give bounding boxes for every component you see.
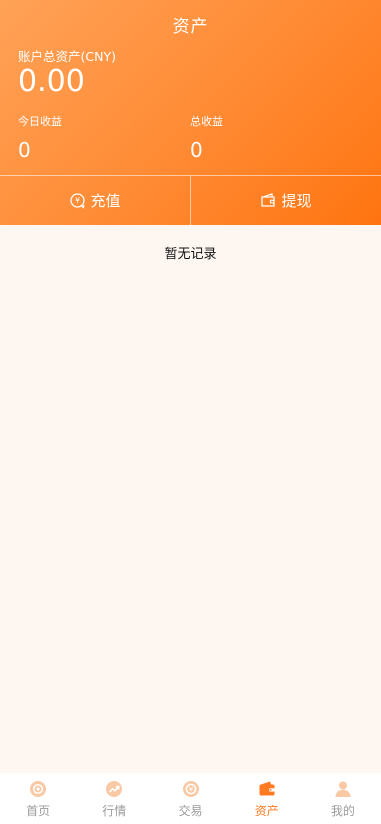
tab-home[interactable]: 首页 xyxy=(0,773,76,824)
tab-profile[interactable]: 我的 xyxy=(305,773,381,824)
user-icon xyxy=(333,779,353,799)
recharge-button[interactable]: ¥ 充值 xyxy=(0,176,190,225)
total-assets-label: 账户总资产(CNY) xyxy=(18,49,116,64)
recharge-label: 充值 xyxy=(90,192,121,210)
today-income-value: 0 xyxy=(18,138,31,162)
today-income-label: 今日收益 xyxy=(18,115,62,128)
total-assets-value: 0.00 xyxy=(18,64,85,99)
tab-assets[interactable]: 资产 xyxy=(229,773,305,824)
wallet-icon xyxy=(260,192,277,209)
trend-icon xyxy=(104,779,124,799)
total-income-value: 0 xyxy=(190,138,203,162)
trade-icon: ¥ xyxy=(181,779,201,799)
tab-label: 交易 xyxy=(178,804,203,818)
bottom-tab-bar: 首页 行情 ¥ 交易 资产 我的 xyxy=(0,773,381,824)
tab-label: 资产 xyxy=(254,804,279,818)
total-income-label: 总收益 xyxy=(190,115,223,128)
wallet-icon xyxy=(257,779,277,799)
tab-trade[interactable]: ¥ 交易 xyxy=(152,773,228,824)
tab-market[interactable]: 行情 xyxy=(76,773,152,824)
asset-summary-header: 资产 账户总资产(CNY) 0.00 今日收益 0 总收益 0 ¥ 充值 提现 xyxy=(0,0,381,225)
withdraw-label: 提现 xyxy=(281,192,312,210)
svg-text:¥: ¥ xyxy=(76,196,81,205)
home-icon xyxy=(28,779,48,799)
coin-refresh-icon: ¥ xyxy=(69,192,86,209)
tab-label: 行情 xyxy=(102,804,127,818)
page-title: 资产 xyxy=(172,17,209,37)
tab-label: 我的 xyxy=(330,804,355,818)
tab-label: 首页 xyxy=(26,804,51,818)
withdraw-button[interactable]: 提现 xyxy=(190,176,381,225)
svg-text:¥: ¥ xyxy=(188,786,193,794)
asset-actions: ¥ 充值 提现 xyxy=(0,175,381,225)
empty-records-text: 暂无记录 xyxy=(164,247,217,262)
